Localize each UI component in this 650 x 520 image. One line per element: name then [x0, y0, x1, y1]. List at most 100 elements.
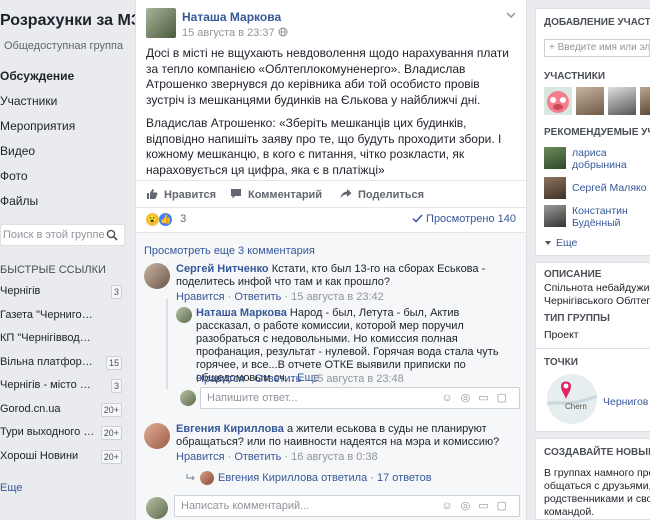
avatar[interactable]	[144, 423, 170, 449]
place-link[interactable]: Чернигов	[603, 396, 650, 409]
recommended-member[interactable]: Константин Будённый	[544, 205, 650, 229]
comment-reply-link[interactable]: Ответить	[254, 373, 301, 385]
quick-link[interactable]: Газета "Черниговские ...	[0, 304, 126, 328]
reactions[interactable]: 😮 👍 3	[146, 213, 186, 226]
group-search-input[interactable]: Поиск в этой группе	[0, 224, 125, 246]
right-sidebar: Добавление участни + Введите имя или эл.…	[535, 0, 650, 520]
quick-link[interactable]: Чернігів - місто легенд 3	[0, 374, 126, 398]
avatar[interactable]	[544, 87, 572, 115]
views-count[interactable]: Просмотрено 140	[412, 213, 516, 225]
recommended-member[interactable]: лариса добрынина	[544, 147, 650, 171]
composer-icons: ☺◎▭▢	[441, 388, 515, 408]
quick-link-badge: 3	[110, 379, 122, 393]
members-card: Добавление участни + Введите имя или эл.…	[535, 8, 650, 256]
comment-like-link[interactable]: Нравится	[196, 373, 245, 385]
quick-link-badge: 20+	[100, 449, 122, 464]
comment-button[interactable]: Комментарий	[230, 188, 322, 201]
comment-body: Сергей Нитченко Кстати, кто был 13-го на…	[176, 263, 521, 289]
avatar[interactable]	[576, 87, 604, 115]
nav-item-video[interactable]: Видео	[0, 139, 130, 164]
avatar[interactable]	[144, 263, 170, 289]
map-thumbnail[interactable]: Chern	[547, 374, 597, 424]
post-actions: Нравится Комментарий Поделиться	[136, 180, 526, 208]
like-label: Нравится	[164, 189, 217, 201]
chevron-down-icon[interactable]	[506, 10, 516, 21]
quick-link[interactable]: Хороші Новини 20+	[0, 445, 126, 469]
group-type: Общедоступная группа	[4, 40, 124, 52]
emoji-icon[interactable]: ☺	[441, 500, 460, 512]
nav-item-events[interactable]: Мероприятия	[0, 114, 130, 139]
like-button[interactable]: Нравится	[146, 188, 216, 201]
post-date-text: 15 августа в 23:37	[182, 27, 275, 39]
left-sidebar: Розрахунки за МЗК Общедоступная группа О…	[0, 0, 151, 520]
comment-date[interactable]: 16 августа в 0:38	[291, 451, 378, 463]
wow-reaction-icon: 😮	[146, 213, 159, 226]
comment-date[interactable]: 15 августа в 23:48	[311, 373, 404, 385]
quick-link-label: КП "Чернігівводоканал"	[0, 332, 95, 344]
sticker-icon[interactable]: ▢	[497, 392, 515, 404]
quick-link-badge: 20+	[100, 402, 122, 417]
reply-arrow-icon	[186, 473, 195, 481]
replies-summary: Евгения Кириллова ответила	[218, 471, 368, 484]
comment-author[interactable]: Евгения Кириллова	[176, 423, 284, 435]
comment-reply-link[interactable]: Ответить	[234, 291, 281, 303]
comment-author[interactable]: Сергей Нитченко	[176, 263, 269, 275]
quick-link[interactable]: КП "Чернігівводоканал"	[0, 327, 126, 351]
quick-link[interactable]: Чернігів 3	[0, 280, 126, 304]
share-label: Поделиться	[358, 189, 425, 201]
members-title[interactable]: Участники	[544, 71, 605, 82]
comment-date[interactable]: 15 августа в 23:42	[291, 291, 384, 303]
avatar[interactable]	[176, 307, 192, 323]
avatar	[180, 390, 196, 406]
avatar[interactable]	[608, 87, 636, 115]
add-members-placeholder: + Введите имя или эл. ад	[549, 42, 650, 53]
share-button[interactable]: Поделиться	[340, 188, 424, 201]
nav-item-members[interactable]: Участники	[0, 89, 130, 114]
comment-meta: Нравится · Ответить · 15 августа в 23:42	[176, 291, 384, 303]
create-group-title[interactable]: Создавайте новые г	[544, 447, 650, 458]
add-members-input[interactable]: + Введите имя или эл. ад	[544, 39, 650, 57]
post-date[interactable]: 15 августа в 23:37	[182, 27, 288, 39]
description-line: Чернігівського Облтеп	[544, 295, 650, 307]
avatar[interactable]	[146, 8, 176, 38]
post-author[interactable]: Наташа Маркова	[182, 10, 281, 24]
camera-icon[interactable]: ◎	[461, 392, 479, 404]
recommended-title: Рекомендуемые учас	[544, 127, 650, 138]
comment-like-link[interactable]: Нравится	[176, 291, 225, 303]
quick-link[interactable]: Gorod.cn.ua 20+	[0, 398, 126, 422]
recommended-name: лариса добрынина	[572, 147, 627, 171]
nav-item-photos[interactable]: Фото	[0, 164, 130, 189]
comment-reply-link[interactable]: Ответить	[234, 451, 281, 463]
avatar[interactable]	[640, 87, 650, 115]
nav-item-discussion[interactable]: Обсуждение	[0, 64, 130, 89]
see-more-comments-link[interactable]: Просмотреть еще 3 комментария	[144, 245, 315, 257]
gif-icon[interactable]: ▭	[478, 392, 496, 404]
gif-icon[interactable]: ▭	[478, 500, 496, 512]
new-comment-placeholder: Написать комментарий...	[181, 500, 310, 512]
reply-placeholder: Напишите ответ...	[207, 392, 298, 404]
create-group-card: Создавайте новые г В группах намного про…	[535, 438, 650, 520]
search-icon[interactable]	[106, 228, 118, 245]
quick-link-label: Чернігів	[0, 285, 41, 297]
replies-count: 17 ответов	[376, 471, 432, 484]
emoji-icon[interactable]: ☺	[441, 392, 460, 404]
sticker-icon[interactable]: ▢	[497, 500, 515, 512]
new-comment-input[interactable]: Написать комментарий... ☺◎▭▢	[174, 495, 520, 517]
comment-meta: Нравится · Ответить · 15 августа в 23:48	[196, 373, 404, 385]
recommended-more-link[interactable]: Еще	[544, 237, 650, 250]
camera-icon[interactable]: ◎	[461, 500, 479, 512]
comment-author[interactable]: Наташа Маркова	[196, 307, 287, 319]
places-title: Точки	[544, 357, 578, 368]
post-card: Наташа Маркова 15 августа в 23:37 Досі в…	[135, 0, 527, 520]
reply-input[interactable]: Напишите ответ... ☺◎▭▢	[200, 387, 520, 409]
recommended-member[interactable]: Сергей Маляко	[544, 177, 650, 201]
group-name[interactable]: Розрахунки за МЗК	[0, 12, 151, 30]
quick-links-more[interactable]: Еще	[0, 482, 22, 494]
nav-item-files[interactable]: Файлы	[0, 189, 130, 214]
comment-like-link[interactable]: Нравится	[176, 451, 225, 463]
comment-label: Комментарий	[248, 189, 323, 201]
replies-link[interactable]: Евгения Кириллова ответила · 17 ответов	[186, 471, 432, 485]
group-type-value: Проект	[544, 329, 579, 341]
quick-link[interactable]: Вільна платформа ... 15	[0, 351, 126, 375]
quick-link[interactable]: Тури выходного д... 20+	[0, 421, 126, 445]
